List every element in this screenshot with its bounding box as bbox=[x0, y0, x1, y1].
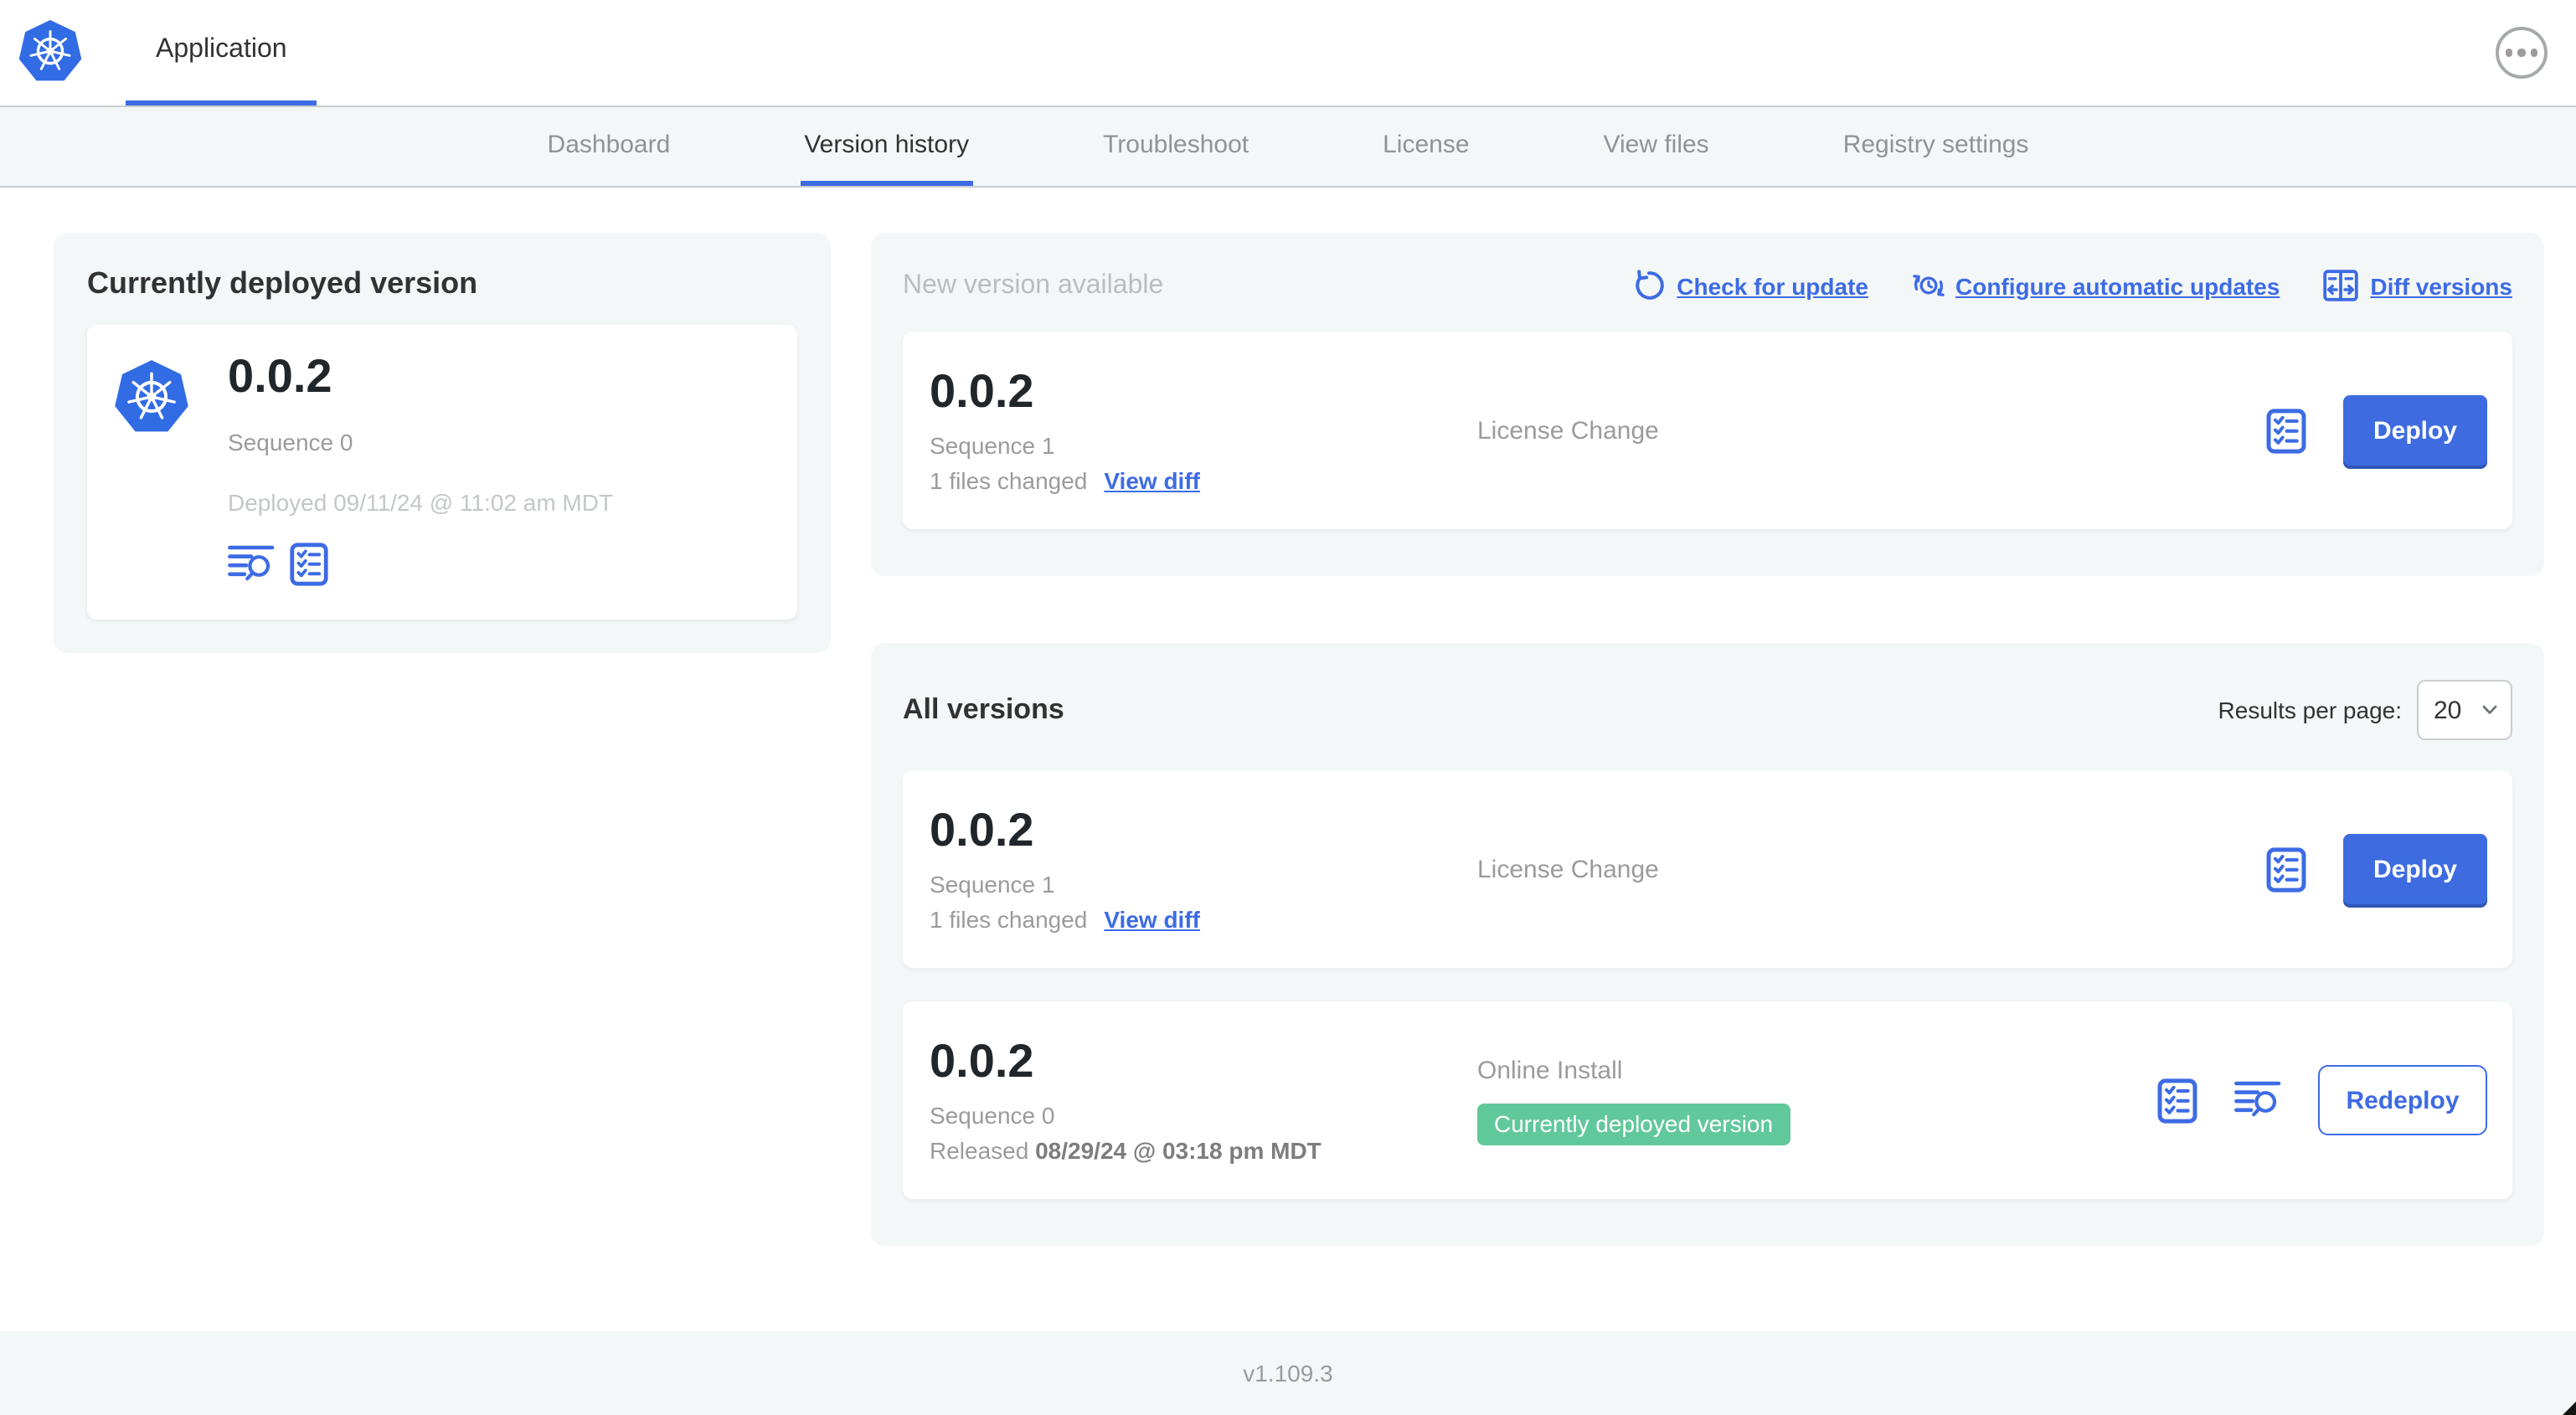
results-per-page-value: 20 bbox=[2434, 696, 2462, 724]
version-row: 0.0.2 Sequence 1 1 files changed View di… bbox=[903, 770, 2512, 968]
view-diff-link[interactable]: View diff bbox=[1104, 468, 1200, 495]
version-sequence: Sequence 0 bbox=[930, 1102, 1055, 1129]
main-content: Currently deployed version 0.0.2 Sequenc… bbox=[0, 188, 2576, 1246]
files-changed-text: 1 files changed bbox=[930, 467, 1088, 495]
mouse-cursor bbox=[2563, 1402, 2576, 1415]
released-line: Released 08/29/24 @ 03:18 pm MDT bbox=[930, 1138, 1477, 1165]
results-per-page: Results per page: 20 bbox=[2218, 680, 2512, 740]
version-source: License Change bbox=[1477, 416, 1659, 445]
released-date: 08/29/24 @ 03:18 pm MDT bbox=[1035, 1137, 1321, 1165]
current-version-actions bbox=[228, 542, 613, 586]
nav-tab-troubleshoot[interactable]: Troubleshoot bbox=[1100, 107, 1252, 186]
version-number: 0.0.2 bbox=[930, 803, 1034, 856]
version-source: License Change bbox=[1477, 855, 1659, 883]
chevron-down-icon bbox=[2482, 705, 2497, 714]
released-label: Released bbox=[930, 1137, 1029, 1165]
configure-automatic-updates-link[interactable]: Configure automatic updates bbox=[1912, 270, 2280, 301]
all-versions-section: All versions Results per page: 20 0.0.2 … bbox=[871, 643, 2544, 1246]
version-number: 0.0.2 bbox=[930, 1034, 1034, 1087]
ellipsis-menu-icon[interactable] bbox=[2496, 27, 2548, 79]
version-sequence: Sequence 1 bbox=[930, 871, 1055, 898]
files-changed-line: 1 files changed View diff bbox=[930, 468, 1477, 495]
nav-tab-registry-settings[interactable]: Registry settings bbox=[1840, 107, 2032, 186]
new-version-section: New version available Check for update C… bbox=[871, 233, 2544, 576]
nav-tab-dashboard[interactable]: Dashboard bbox=[544, 107, 674, 186]
files-changed-text: 1 files changed bbox=[930, 906, 1088, 934]
view-config-icon[interactable] bbox=[2157, 1078, 2197, 1123]
current-version-number: 0.0.2 bbox=[228, 350, 332, 402]
version-actions-block: Deploy bbox=[2266, 834, 2487, 904]
version-info-block: 0.0.2 Sequence 1 1 files changed View di… bbox=[930, 364, 1477, 495]
version-info-block: 0.0.2 Sequence 1 1 files changed View di… bbox=[930, 803, 1477, 934]
version-actions-block: Deploy bbox=[2266, 395, 2487, 466]
view-logs-icon[interactable] bbox=[228, 544, 275, 584]
update-actions: Check for update Configure automatic upd… bbox=[1633, 270, 2512, 301]
version-history-column: New version available Check for update C… bbox=[871, 233, 2544, 1246]
nav-tab-license[interactable]: License bbox=[1379, 107, 1472, 186]
kubernetes-app-icon bbox=[112, 358, 191, 437]
deploy-button[interactable]: Deploy bbox=[2343, 395, 2487, 466]
currently-deployed-badge: Currently deployed version bbox=[1477, 1103, 1790, 1145]
all-versions-header: All versions Results per page: 20 bbox=[903, 680, 2512, 740]
nav-tab-version-history[interactable]: Version history bbox=[801, 107, 973, 186]
version-actions-block: Redeploy bbox=[2157, 1065, 2487, 1135]
view-config-icon[interactable] bbox=[290, 542, 328, 586]
diff-icon bbox=[2323, 270, 2359, 301]
current-version-info: 0.0.2 Sequence 0 Deployed 09/11/24 @ 11:… bbox=[228, 350, 614, 586]
view-diff-link[interactable]: View diff bbox=[1104, 907, 1200, 934]
main-nav: Dashboard Version history Troubleshoot L… bbox=[0, 105, 2576, 188]
version-source-block: License Change bbox=[1477, 416, 2266, 445]
results-per-page-select[interactable]: 20 bbox=[2417, 680, 2512, 740]
app-footer: v1.109.3 bbox=[0, 1331, 2576, 1415]
all-versions-title: All versions bbox=[903, 693, 1064, 725]
new-version-title: New version available bbox=[903, 270, 1164, 299]
results-per-page-label: Results per page: bbox=[2218, 697, 2402, 723]
version-number: 0.0.2 bbox=[930, 364, 1034, 417]
version-source: Online Install bbox=[1477, 1056, 1623, 1084]
deploy-button[interactable]: Deploy bbox=[2343, 834, 2487, 904]
currently-deployed-inner-card: 0.0.2 Sequence 0 Deployed 09/11/24 @ 11:… bbox=[87, 325, 797, 620]
kubernetes-logo-icon bbox=[17, 18, 84, 85]
application-tab-label: Application bbox=[156, 35, 287, 64]
console-version: v1.109.3 bbox=[1243, 1360, 1333, 1387]
refresh-icon bbox=[1636, 270, 1665, 300]
schedule-update-icon bbox=[1912, 275, 1944, 296]
nav-tab-view-files[interactable]: View files bbox=[1600, 107, 1713, 186]
currently-deployed-card: Currently deployed version 0.0.2 Sequenc… bbox=[54, 233, 831, 653]
version-source-block: Online Install Currently deployed versio… bbox=[1477, 1056, 2157, 1145]
application-tab[interactable]: Application bbox=[126, 0, 317, 105]
kots-admin-console: Application Dashboard Version history Tr… bbox=[0, 0, 2576, 1415]
currently-deployed-title: Currently deployed version bbox=[87, 266, 478, 300]
version-source-block: License Change bbox=[1477, 855, 2266, 883]
app-header: Application bbox=[0, 0, 2576, 105]
redeploy-button[interactable]: Redeploy bbox=[2318, 1065, 2487, 1135]
check-for-update-link[interactable]: Check for update bbox=[1633, 270, 1868, 301]
version-sequence: Sequence 1 bbox=[930, 432, 1055, 460]
version-info-block: 0.0.2 Sequence 0 Released 08/29/24 @ 03:… bbox=[930, 1034, 1477, 1165]
diff-versions-link[interactable]: Diff versions bbox=[2323, 270, 2512, 301]
current-sequence: Sequence 0 bbox=[228, 428, 353, 455]
view-config-icon[interactable] bbox=[2266, 846, 2306, 892]
files-changed-line: 1 files changed View diff bbox=[930, 907, 1477, 934]
new-version-row: 0.0.2 Sequence 1 1 files changed View di… bbox=[903, 332, 2512, 529]
new-version-header: New version available Check for update C… bbox=[903, 270, 2512, 301]
version-row: 0.0.2 Sequence 0 Released 08/29/24 @ 03:… bbox=[903, 1001, 2512, 1199]
view-config-icon[interactable] bbox=[2266, 408, 2306, 453]
current-deployed-timestamp: Deployed 09/11/24 @ 11:02 am MDT bbox=[228, 488, 614, 516]
view-logs-icon[interactable] bbox=[2234, 1080, 2281, 1120]
